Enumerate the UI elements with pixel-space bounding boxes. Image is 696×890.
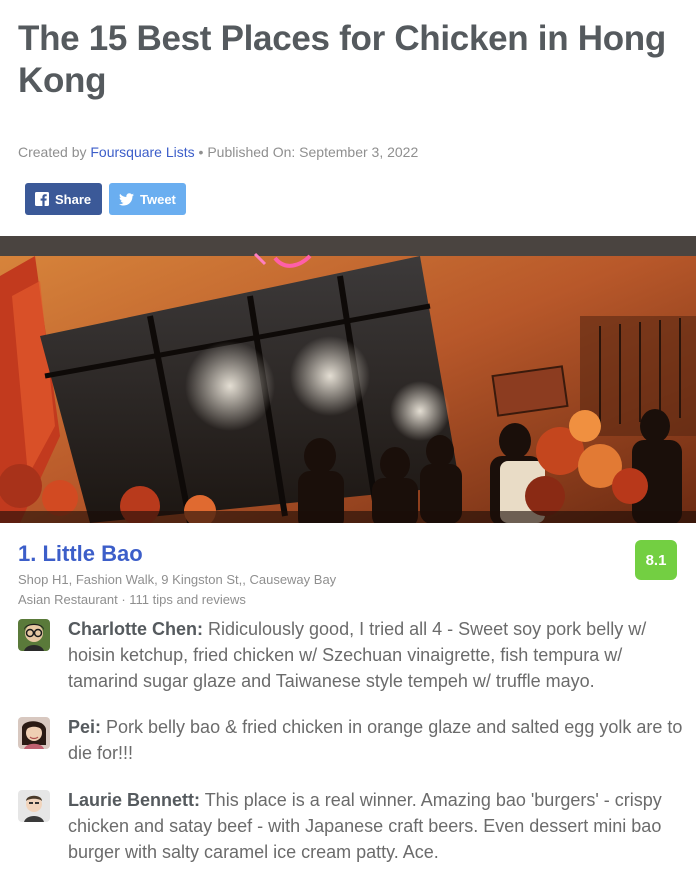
tip-text: Pei: Pork belly bao & fried chicken in o… — [68, 714, 683, 766]
facebook-share-button[interactable]: Share — [25, 183, 102, 215]
tip-text: Charlotte Chen: Ridiculously good, I tri… — [68, 616, 683, 694]
published-date: • Published On: September 3, 2022 — [194, 144, 419, 160]
tip-author[interactable]: Pei: — [68, 717, 101, 737]
facebook-share-label: Share — [55, 191, 92, 207]
share-bar: Share Tweet — [25, 183, 186, 215]
byline: Created by Foursquare Lists • Published … — [18, 144, 418, 160]
tip-item: Charlotte Chen: Ridiculously good, I tri… — [18, 616, 683, 694]
tip-item: Pei: Pork belly bao & fried chicken in o… — [18, 714, 683, 766]
venue-photo[interactable] — [0, 236, 696, 523]
avatar[interactable] — [18, 717, 50, 749]
tip-text: Laurie Bennett: This place is a real win… — [68, 787, 683, 865]
tweet-button[interactable]: Tweet — [109, 183, 186, 215]
venue-score-badge: 8.1 — [635, 540, 677, 580]
venue-address: Shop H1, Fashion Walk, 9 Kingston St,, C… — [18, 572, 337, 587]
tip-author[interactable]: Charlotte Chen: — [68, 619, 203, 639]
twitter-icon — [119, 192, 134, 206]
created-by-prefix: Created by — [18, 144, 91, 160]
tip-author[interactable]: Laurie Bennett: — [68, 790, 200, 810]
avatar[interactable] — [18, 790, 50, 822]
venue-category: Asian Restaurant · 111 tips and reviews — [18, 592, 246, 607]
avatar[interactable] — [18, 619, 50, 651]
venue-name-link[interactable]: 1. Little Bao — [18, 541, 143, 567]
tip-body: Pork belly bao & fried chicken in orange… — [68, 717, 683, 763]
page-title: The 15 Best Places for Chicken in Hong K… — [18, 19, 666, 100]
facebook-icon — [35, 192, 49, 206]
tweet-label: Tweet — [140, 191, 176, 207]
author-link[interactable]: Foursquare Lists — [90, 144, 194, 160]
tip-item: Laurie Bennett: This place is a real win… — [18, 787, 683, 865]
